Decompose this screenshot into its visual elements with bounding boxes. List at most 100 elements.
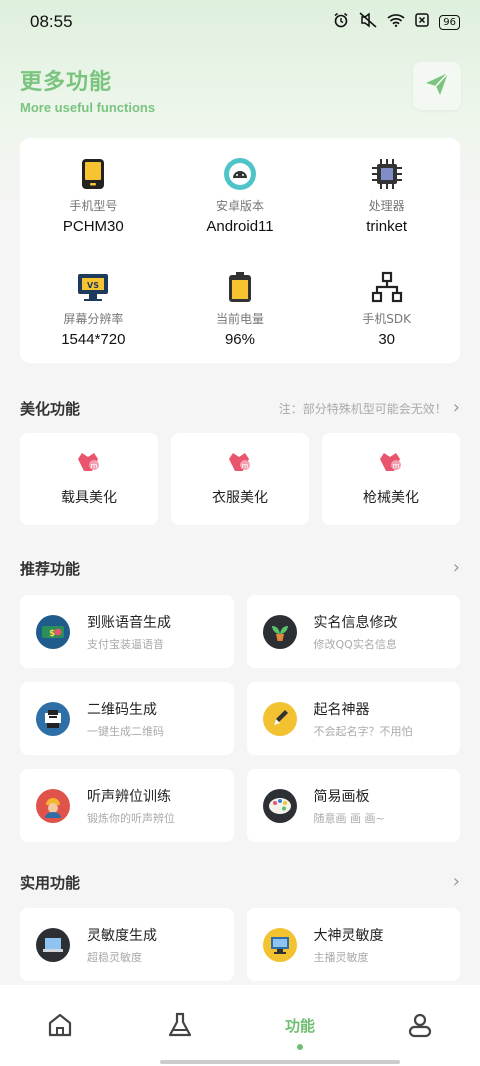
beauty-card-vehicle[interactable]: m 载具美化: [20, 433, 158, 525]
fn-card-drawing[interactable]: 简易画板 随意画 画 画~: [246, 769, 460, 842]
tab-features[interactable]: 功能: [270, 1011, 330, 1051]
bottom-tab-bar: 功能: [0, 985, 480, 1066]
beautify-list: m 载具美化 m 衣服美化 m 枪械美化: [20, 433, 460, 525]
flask-icon: [166, 1011, 194, 1043]
fn-card-naming[interactable]: 起名神器 不会起名字？不用怕: [246, 682, 460, 755]
info-battery: 当前电量 96%: [167, 251, 314, 364]
chevron-right-icon: ›: [452, 871, 460, 892]
fn-card-sound[interactable]: 听声辨位训练 锻炼你的听声辨位: [20, 769, 234, 842]
home-icon: [46, 1011, 74, 1043]
info-label: 当前电量: [215, 311, 264, 326]
section-title: 美化功能: [20, 399, 81, 418]
tab-home[interactable]: [30, 1011, 90, 1051]
tab-profile[interactable]: [390, 1011, 450, 1051]
fn-card-qrcode[interactable]: 二维码生成 一键生成二维码: [20, 682, 234, 755]
fn-card-pro-sensitivity[interactable]: 大神灵敏度 主播灵敏度: [246, 908, 460, 981]
svg-text:VS: VS: [87, 281, 99, 290]
beauty-card-weapon[interactable]: m 枪械美化: [322, 433, 460, 525]
info-label: 安卓版本: [215, 199, 264, 214]
fn-card-voice[interactable]: $ 到账语音生成 支付宝装逼语音: [20, 595, 234, 668]
svg-text:$: $: [49, 629, 55, 639]
active-tab-indicator: [297, 1044, 303, 1050]
fn-title: 简易画板: [313, 788, 370, 805]
money-icon: $: [36, 614, 70, 649]
fn-subtitle: 一键生成二维码: [87, 724, 164, 738]
fn-card-sensitivity[interactable]: 灵敏度生成 超稳灵敏度: [20, 908, 234, 981]
page-subtitle: More useful functions: [20, 100, 156, 115]
section-more-link[interactable]: ›: [453, 873, 460, 891]
home-indicator: [160, 1060, 400, 1064]
info-android-version: 安卓版本 Android11: [167, 138, 314, 251]
svg-text:m: m: [393, 462, 400, 470]
sim-error-icon: [415, 13, 430, 31]
section-more-link[interactable]: ›: [453, 559, 460, 577]
practical-grid: 灵敏度生成 超稳灵敏度 大神灵敏度 主播灵敏度: [20, 908, 460, 981]
info-value: Android11: [206, 218, 274, 236]
send-button[interactable]: [413, 62, 461, 110]
info-value: PCHM30: [62, 218, 124, 236]
phone-icon: [76, 157, 110, 191]
info-label: 屏幕分辨率: [63, 311, 124, 326]
recommend-grid: $ 到账语音生成 支付宝装逼语音 实名信息修改 修改QQ实名信息 二维码生成 一…: [20, 595, 460, 842]
palette-icon: [262, 788, 297, 823]
status-bar: 08:55 96: [0, 0, 480, 44]
page-header: 更多功能 More useful functions: [20, 64, 155, 115]
alarm-icon: [333, 12, 349, 32]
info-processor: 处理器 trinket: [313, 138, 460, 251]
plant-icon: [262, 614, 297, 649]
chevron-right-icon: ›: [452, 397, 460, 418]
tab-lab[interactable]: [150, 1011, 210, 1051]
user-icon: [406, 1011, 434, 1043]
fn-subtitle: 随意画 画 画~: [313, 811, 385, 825]
skin-badge-icon: m: [76, 451, 102, 477]
beauty-label: 衣服美化: [212, 490, 268, 506]
wifi-icon: [387, 13, 405, 31]
network-icon: [370, 270, 404, 304]
info-value: 30: [378, 330, 395, 348]
cpu-icon: [370, 157, 404, 191]
laptop-icon: [36, 927, 70, 962]
battery-indicator: 96: [439, 14, 460, 30]
paper-plane-icon: [424, 71, 450, 101]
battery-icon: [223, 270, 257, 304]
section-note: 注：部分特殊机型可能会无效！: [278, 401, 447, 416]
skin-badge-icon: m: [227, 451, 253, 477]
device-info-card: 手机型号 PCHM30 安卓版本 Android11 处理器 trinket V…: [20, 138, 460, 363]
page-title: 更多功能: [20, 70, 113, 95]
section-recommend-header: 推荐功能 ›: [20, 556, 460, 580]
android-icon: [223, 157, 257, 191]
qrcode-icon: [36, 701, 70, 736]
fn-title: 起名神器: [313, 701, 370, 718]
fn-title: 二维码生成: [87, 701, 157, 718]
info-phone-model: 手机型号 PCHM30: [20, 138, 167, 251]
skin-badge-icon: m: [378, 451, 404, 477]
fn-card-realname[interactable]: 实名信息修改 修改QQ实名信息: [246, 595, 460, 668]
info-value: 1544*720: [61, 330, 126, 348]
mute-icon: [359, 12, 377, 32]
computer-icon: [262, 927, 297, 962]
info-value: trinket: [366, 218, 408, 236]
fn-title: 大神灵敏度: [313, 927, 384, 944]
worker-icon: [36, 788, 70, 823]
section-beautify-header: 美化功能 注：部分特殊机型可能会无效！ ›: [20, 396, 460, 420]
info-label: 处理器: [368, 199, 405, 214]
svg-text:m: m: [242, 462, 249, 470]
tab-features-label: 功能: [284, 1017, 315, 1035]
beauty-card-clothes[interactable]: m 衣服美化: [171, 433, 309, 525]
section-title: 推荐功能: [20, 559, 81, 578]
section-more-link[interactable]: 注：部分特殊机型可能会无效！ ›: [279, 399, 460, 417]
beauty-label: 载具美化: [61, 490, 117, 506]
fn-title: 灵敏度生成: [87, 927, 157, 944]
status-time: 08:55: [30, 12, 73, 31]
beauty-label: 枪械美化: [363, 490, 419, 506]
fn-subtitle: 修改QQ实名信息: [313, 637, 397, 651]
monitor-icon: VS: [76, 270, 110, 304]
fn-title: 实名信息修改: [313, 614, 398, 631]
info-sdk: 手机SDK 30: [313, 251, 460, 364]
section-title: 实用功能: [20, 873, 81, 892]
fn-title: 到账语音生成: [87, 614, 171, 631]
fn-subtitle: 主播灵敏度: [313, 950, 369, 964]
info-label: 手机SDK: [362, 311, 412, 326]
status-icons: 96: [333, 12, 460, 32]
fn-subtitle: 超稳灵敏度: [87, 950, 142, 964]
